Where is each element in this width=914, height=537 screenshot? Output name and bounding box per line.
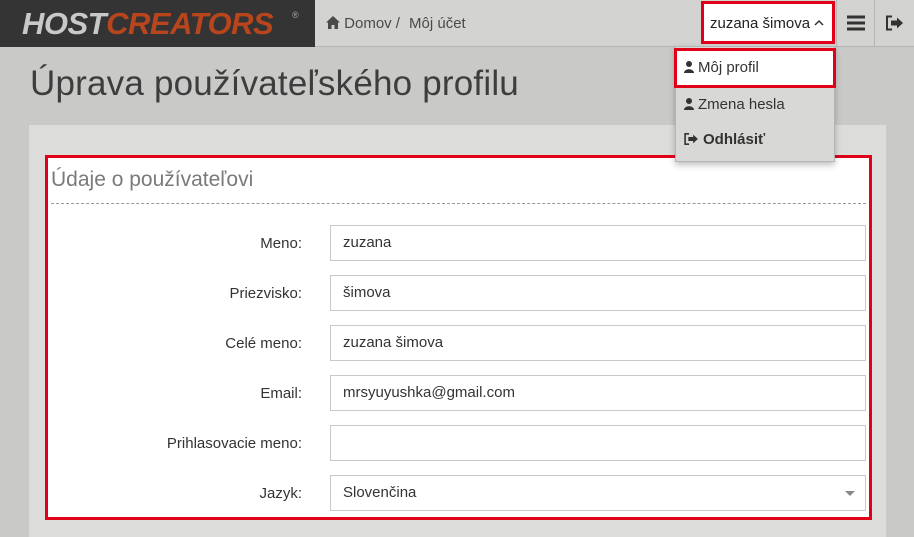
logout-icon — [885, 15, 903, 31]
logo-wordmark: HOSTCREATORS — [22, 4, 274, 44]
user-details-panel: Údaje o používateľovi Meno: zuzana Priez… — [45, 155, 872, 520]
hamburger-menu-button[interactable] — [836, 0, 874, 46]
caret-down-icon — [845, 491, 855, 496]
page-title: Úprava používateľského profilu — [30, 64, 519, 103]
dropdown-item-label: Odhlásiť — [703, 131, 766, 148]
user-dropdown-menu: Môj profil Zmena hesla Odhlásiť — [674, 46, 836, 162]
last-name-field[interactable]: šimova — [330, 275, 866, 311]
breadcrumb-separator: / — [395, 15, 400, 32]
user-icon — [684, 61, 694, 73]
first-name-label: Meno: — [260, 235, 302, 252]
language-label: Jazyk: — [259, 485, 302, 502]
dropdown-item-my-profile[interactable]: Môj profil — [674, 48, 836, 88]
logout-button[interactable] — [874, 0, 914, 46]
logo-registered-mark: ® — [292, 10, 299, 20]
user-name: zuzana šimova — [710, 15, 811, 32]
breadcrumb: Domov / Môj účet — [326, 0, 466, 47]
breadcrumb-home-link[interactable]: Domov — [344, 15, 392, 32]
logo-host-text: HOST — [22, 6, 107, 41]
panel-legend: Údaje o používateľovi — [51, 168, 254, 191]
logout-icon — [684, 133, 698, 145]
user-icon — [684, 98, 694, 110]
dropdown-item-label: Zmena hesla — [698, 96, 785, 113]
home-icon[interactable] — [326, 1, 340, 48]
email-field[interactable]: mrsyuyushka@gmail.com — [330, 375, 866, 411]
dropdown-item-label: Môj profil — [698, 59, 759, 76]
first-name-field[interactable]: zuzana — [330, 225, 866, 261]
login-name-label: Prihlasovacie meno: — [166, 435, 302, 452]
login-name-field[interactable] — [330, 425, 866, 461]
breadcrumb-current: Môj účet — [409, 15, 466, 32]
full-name-field[interactable]: zuzana šimova — [330, 325, 866, 361]
legend-divider — [51, 203, 866, 204]
dropdown-item-change-password[interactable]: Zmena hesla — [676, 88, 834, 122]
dropdown-item-logout[interactable]: Odhlásiť — [676, 123, 834, 157]
logo[interactable]: HOSTCREATORS ® — [0, 0, 315, 47]
logo-creators-text: CREATORS — [106, 6, 274, 41]
hamburger-menu-icon — [846, 15, 865, 31]
language-select[interactable]: Slovenčina — [330, 475, 866, 511]
language-selected-value: Slovenčina — [343, 484, 417, 501]
full-name-label: Celé meno: — [225, 335, 302, 352]
last-name-label: Priezvisko: — [229, 285, 302, 302]
top-navbar: HOSTCREATORS ® Domov / Môj účet zuzana ši… — [0, 0, 914, 47]
user-menu-toggle[interactable]: zuzana šimova — [701, 1, 835, 44]
email-label: Email: — [260, 385, 302, 402]
chevron-up-icon — [814, 4, 824, 26]
